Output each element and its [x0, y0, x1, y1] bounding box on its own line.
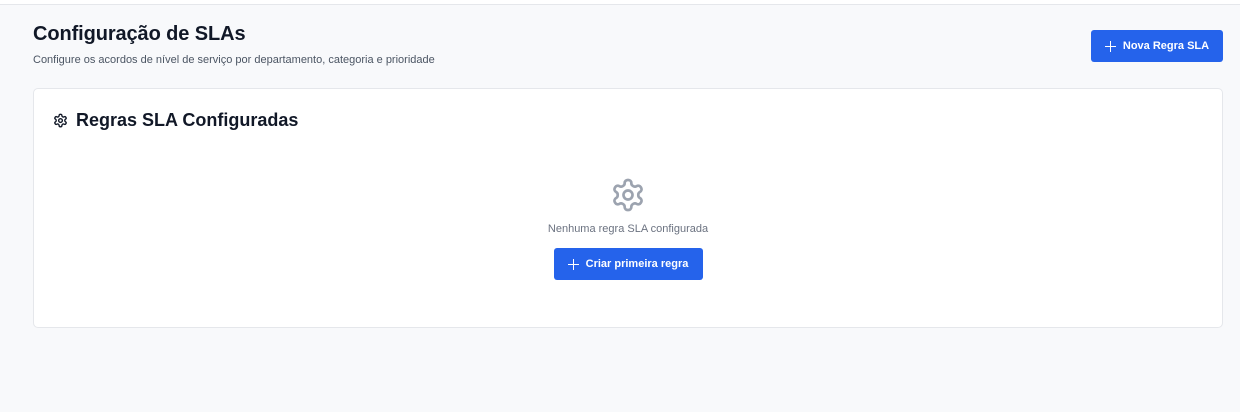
sla-rules-card: Regras SLA Configuradas Nenhuma regra SL… [33, 88, 1223, 328]
card-title: Regras SLA Configuradas [76, 110, 299, 130]
plus-icon [567, 258, 579, 270]
gear-icon [54, 113, 67, 128]
new-sla-rule-button[interactable]: Nova Regra SLA [1091, 30, 1223, 62]
page-subtitle: Configure os acordos de nível de serviço… [33, 54, 435, 66]
card-header: Regras SLA Configuradas [53, 110, 298, 131]
gear-icon [613, 178, 643, 212]
empty-state-message: Nenhuma regra SLA configurada [547, 223, 709, 235]
page-title: Configuração de SLAs [33, 23, 246, 45]
plus-icon [1104, 40, 1116, 52]
new-sla-rule-label: Nova Regra SLA [1122, 40, 1210, 52]
create-first-rule-label: Criar primeira regra [585, 258, 689, 270]
top-bar [0, 0, 1240, 5]
create-first-rule-button[interactable]: Criar primeira regra [553, 248, 703, 280]
empty-state: Nenhuma regra SLA configurada Criar prim… [34, 177, 1222, 280]
